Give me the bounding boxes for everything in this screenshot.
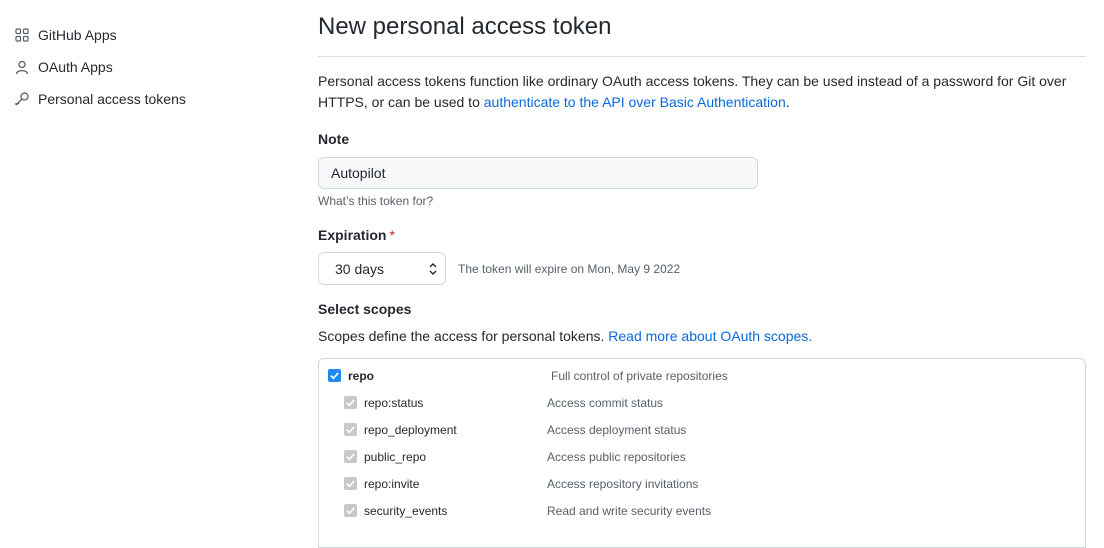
scope-name: repo:status (364, 396, 424, 410)
scopes-description: Scopes define the access for personal to… (318, 328, 812, 344)
page-title: New personal access token (318, 13, 612, 40)
scope-name: repo (348, 369, 375, 383)
scope-name: public_repo (364, 450, 427, 464)
scopes-description-text: Scopes define the access for personal to… (318, 328, 609, 344)
key-icon (14, 91, 30, 107)
expiration-selected-value: 30 days (335, 260, 385, 277)
scope-row-public-repo[interactable]: public_repo Access public repositories (319, 447, 1085, 467)
note-input[interactable] (318, 157, 758, 189)
expiration-label: Expiration * (318, 227, 395, 243)
select-arrows-icon (429, 262, 437, 276)
checkbox-security-events[interactable] (344, 504, 357, 517)
scope-row-repo-status[interactable]: repo:status Access commit status (319, 393, 1085, 413)
scope-description: Full control of private repositories (551, 369, 728, 383)
scope-row-security-events[interactable]: security_events Read and write security … (319, 501, 1085, 521)
checkmark-icon (346, 453, 355, 461)
scope-description: Read and write security events (547, 504, 712, 518)
expiration-note: The token will expire on Mon, May 9 2022 (458, 262, 681, 276)
checkmark-icon (346, 426, 355, 434)
sidebar-item-personal-access-tokens[interactable]: Personal access tokens (14, 88, 186, 110)
description-end: . (785, 94, 790, 110)
sidebar-item-label: Personal access tokens (38, 91, 186, 107)
required-marker: * (389, 227, 395, 243)
page-description: Personal access tokens function like ord… (318, 71, 1086, 113)
sidebar-item-github-apps[interactable]: GitHub Apps (14, 24, 117, 46)
scope-row-repo[interactable]: repo Full control of private repositorie… (319, 366, 1085, 386)
sidebar-item-label: GitHub Apps (38, 27, 117, 43)
title-divider (318, 56, 1086, 57)
scope-row-repo-invite[interactable]: repo:invite Access repository invitation… (319, 474, 1085, 494)
checkbox-repo-invite[interactable] (344, 477, 357, 490)
checkbox-repo-status[interactable] (344, 396, 357, 409)
scope-description: Access public repositories (547, 450, 686, 464)
checkbox-public-repo[interactable] (344, 450, 357, 463)
checkmark-icon (346, 480, 355, 488)
scope-name: security_events (364, 504, 448, 518)
sidebar-item-oauth-apps[interactable]: OAuth Apps (14, 56, 113, 78)
scope-name: repo:invite (364, 477, 420, 491)
person-icon (14, 59, 30, 75)
scope-name: repo_deployment (364, 423, 457, 437)
scopes-list: repo Full control of private repositorie… (318, 358, 1086, 548)
checkbox-repo[interactable] (328, 369, 341, 382)
scope-row-repo-deployment[interactable]: repo_deployment Access deployment status (319, 420, 1085, 440)
select-scopes-label: Select scopes (318, 301, 412, 317)
checkmark-icon (346, 399, 355, 407)
note-label: Note (318, 131, 350, 147)
scope-description: Access deployment status (547, 423, 687, 437)
checkmark-icon (346, 507, 355, 515)
expiration-select[interactable]: 30 days (318, 252, 446, 285)
sidebar-item-label: OAuth Apps (38, 59, 113, 75)
expiration-label-text: Expiration (318, 227, 387, 243)
basic-auth-link[interactable]: authenticate to the API over Basic Authe… (484, 94, 786, 110)
checkbox-repo-deployment[interactable] (344, 423, 357, 436)
note-hint: What’s this token for? (318, 194, 434, 208)
checkmark-icon (330, 372, 339, 380)
apps-grid-icon (14, 27, 30, 43)
oauth-scopes-link[interactable]: Read more about OAuth scopes. (608, 328, 812, 344)
scope-description: Access repository invitations (547, 477, 699, 491)
scope-description: Access commit status (547, 396, 664, 410)
